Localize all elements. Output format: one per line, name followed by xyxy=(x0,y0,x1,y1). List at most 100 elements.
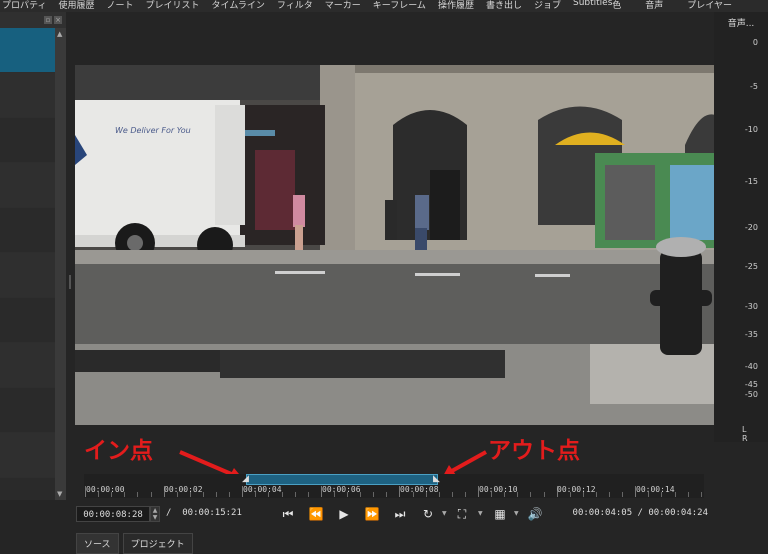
timeline-label: 00:00:14 xyxy=(636,485,675,494)
playlist-panel: ▫ × ▲ ▼ xyxy=(0,12,66,500)
fast-forward-button[interactable]: ⏩ xyxy=(362,504,382,524)
list-item[interactable] xyxy=(0,298,55,343)
rewind-button[interactable]: ⏪ xyxy=(306,504,326,524)
list-item[interactable] xyxy=(0,73,55,118)
menu-operation-history[interactable]: 操作履歴 xyxy=(438,0,474,11)
menu-bar: プロパティ 使用履歴 ノート プレイリスト タイムライン フィルタ マーカー キ… xyxy=(0,0,768,12)
tab-source[interactable]: ソース xyxy=(76,533,119,554)
timeline-ruler[interactable]: ◢ ◣ 00:00:00 00:00:02 00:00:04 00:00:06 … xyxy=(84,474,704,498)
list-item[interactable] xyxy=(0,28,55,73)
list-item[interactable] xyxy=(0,163,55,208)
duration-value: 00:00:15:21 xyxy=(182,508,242,518)
menu-subtitles[interactable]: Subtitles xyxy=(573,0,612,11)
timeline-label: 00:00:06 xyxy=(322,485,361,494)
menu-keyframes[interactable]: キーフレーム xyxy=(373,0,426,11)
ruler-minor-tick xyxy=(595,492,597,497)
out-point-marker[interactable]: ◣ xyxy=(433,474,440,484)
zoom-button[interactable]: ⛶ xyxy=(452,504,472,524)
timeline-label: 00:00:04 xyxy=(243,485,282,494)
video-preview[interactable]: We Deliver For You xyxy=(75,65,715,425)
timeline-label: 00:00:00 xyxy=(86,485,125,494)
playlist-list xyxy=(0,28,55,500)
playlist-scrollbar[interactable]: ▲ ▼ xyxy=(55,28,66,500)
menu-jobs[interactable]: ジョブ xyxy=(534,0,561,11)
list-item[interactable] xyxy=(0,343,55,388)
audio-meter-panel: 音声... 0 -5 -10 -15 -20 -25 -30 -35 -40 -… xyxy=(714,12,768,443)
menu-filters[interactable]: フィルタ xyxy=(277,0,313,11)
list-item[interactable] xyxy=(0,433,55,478)
menu-timeline[interactable]: タイムライン xyxy=(212,0,265,11)
grid-button[interactable]: ▦ xyxy=(490,504,510,524)
close-icon[interactable]: × xyxy=(54,16,62,24)
out-point-annotation: アウト点 xyxy=(488,438,580,464)
position-timecode-field[interactable]: 00:00:08:28 xyxy=(76,506,150,522)
meter-tick: -10 xyxy=(744,125,758,134)
meter-channels: L R xyxy=(742,425,754,443)
timeline-label: 00:00:08 xyxy=(400,485,439,494)
chevron-down-icon[interactable]: ▼ xyxy=(442,510,447,517)
ruler-minor-tick xyxy=(609,492,610,497)
menu-audio[interactable]: 音声 xyxy=(645,0,663,11)
ruler-minor-tick xyxy=(464,492,466,497)
menu-playlist[interactable]: プレイリスト xyxy=(146,0,200,11)
skip-to-end-button[interactable]: ⏭ xyxy=(390,504,410,524)
list-item[interactable] xyxy=(0,388,55,433)
duration-readout: / 00:00:15:21 xyxy=(166,508,242,518)
menu-export[interactable]: 書き出し xyxy=(486,0,522,11)
scroll-down-icon[interactable]: ▼ xyxy=(57,490,62,498)
ruler-minor-tick xyxy=(700,492,702,497)
float-icon[interactable]: ▫ xyxy=(44,16,52,24)
splitter-handle[interactable] xyxy=(69,275,71,289)
grid-icon: ▦ xyxy=(494,507,506,521)
loop-button[interactable]: ↻ xyxy=(418,504,438,524)
volume-button[interactable]: 🔊 xyxy=(525,504,545,524)
in-out-range[interactable] xyxy=(246,474,438,485)
meter-tick: -30 xyxy=(744,302,758,311)
timeline-label: 00:00:02 xyxy=(164,485,203,494)
ruler-minor-tick xyxy=(373,492,375,497)
bottom-tabs: ソース プロジェクト xyxy=(76,533,193,554)
menu-properties[interactable]: プロパティ xyxy=(2,0,46,11)
chevron-down-icon[interactable]: ▼ xyxy=(514,510,519,517)
ruler-minor-tick xyxy=(543,492,545,497)
ruler-minor-tick xyxy=(216,492,217,497)
list-item[interactable] xyxy=(0,208,55,253)
menu-color[interactable]: 色 xyxy=(612,0,621,11)
rewind-icon: ⏪ xyxy=(308,507,324,521)
ruler-minor-tick xyxy=(294,492,296,497)
ruler-minor-tick xyxy=(307,492,309,497)
list-item[interactable] xyxy=(0,253,55,298)
transport-controls: 00:00:08:28 ▲ ▼ / 00:00:15:21 ⏮ ⏪ ▶ ⏩ ⏭ ↻… xyxy=(0,500,768,530)
menu-player[interactable]: プレイヤー xyxy=(687,0,732,11)
position-spinner[interactable]: ▲ ▼ xyxy=(150,506,160,522)
meter-tick: -15 xyxy=(744,177,758,186)
menu-notes[interactable]: ノート xyxy=(106,0,133,11)
play-button[interactable]: ▶ xyxy=(334,504,354,524)
meter-tick: -35 xyxy=(744,330,758,339)
fast-forward-icon: ⏩ xyxy=(364,507,380,521)
tab-project[interactable]: プロジェクト xyxy=(122,533,193,554)
ruler-minor-tick xyxy=(229,492,231,497)
ruler-minor-tick xyxy=(687,492,689,497)
zoom-fit-icon: ⛶ xyxy=(457,506,467,521)
ruler-minor-tick xyxy=(622,492,624,497)
scroll-up-icon[interactable]: ▲ xyxy=(57,30,62,38)
in-point-marker[interactable]: ◢ xyxy=(242,474,249,484)
ruler-minor-tick xyxy=(150,492,152,497)
ruler-minor-tick xyxy=(202,492,204,497)
menu-right: 色 音声 プレイヤー xyxy=(612,0,732,11)
in-out-duration-readout: 00:00:04:05 / 00:00:04:24 xyxy=(572,508,708,518)
meter-tick: -5 xyxy=(750,82,758,91)
chevron-down-icon[interactable]: ▼ xyxy=(478,510,483,517)
audio-meter-title: 音声... xyxy=(727,19,755,29)
ruler-minor-tick xyxy=(451,492,453,497)
meter-tick: -40 xyxy=(744,362,758,371)
list-item[interactable] xyxy=(0,118,55,163)
menu-markers[interactable]: マーカー xyxy=(325,0,361,11)
menu-history[interactable]: 使用履歴 xyxy=(58,0,94,11)
meter-tick: -20 xyxy=(744,223,758,232)
ruler-minor-tick xyxy=(137,492,139,497)
video-frame: We Deliver For You xyxy=(75,65,715,425)
skip-to-start-button[interactable]: ⏮ xyxy=(278,504,298,524)
timeline-label: 00:00:12 xyxy=(557,485,596,494)
